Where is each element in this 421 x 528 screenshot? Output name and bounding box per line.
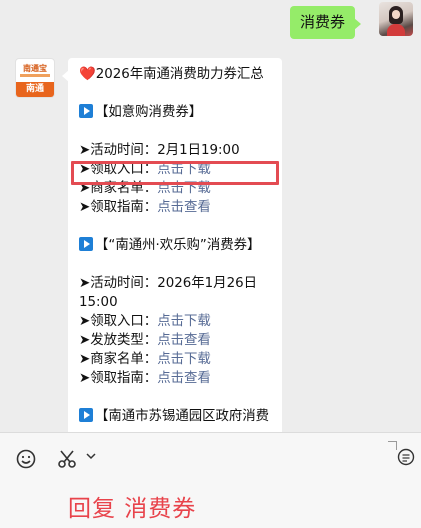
input-bar: 回复 消费券	[0, 432, 421, 528]
reply-hint-text: 回复 消费券	[68, 496, 197, 522]
section2-activity-time-cont: 15:00	[79, 295, 118, 310]
play-icon	[79, 408, 93, 422]
guide-label: ➤领取指南：	[79, 371, 158, 386]
corner-mark	[388, 441, 397, 450]
section2-heading: 【“南通州·欢乐购”消费券】	[95, 238, 261, 253]
section2-merchants: ➤商家名单：点击下载	[79, 350, 272, 369]
scissors-icon[interactable]	[56, 448, 78, 470]
bot-avatar[interactable]: 南通宝 南通	[15, 58, 55, 98]
guide-view-link[interactable]: 点击查看	[157, 371, 211, 386]
user-message-row: 消费券	[0, 0, 421, 50]
section2-entry: ➤领取入口：点击下载	[79, 312, 272, 331]
message-title-line: ❤️2026年南通消费助力券汇总	[79, 65, 272, 84]
type-view-link[interactable]: 点击查看	[157, 333, 211, 348]
avatar-dress	[387, 24, 405, 36]
guide-label: ➤领取指南：	[79, 200, 158, 215]
bot-message-bubble: ❤️2026年南通消费助力券汇总 【如意购消费券】 ➤活动时间：2月1日19:0…	[62, 58, 282, 432]
merchants-label: ➤商家名单：	[79, 352, 158, 367]
entry-download-link[interactable]: 点击下载	[157, 314, 211, 329]
section2-activity-time: ➤活动时间：2026年1月26日	[79, 274, 272, 293]
section1-heading: 【如意购消费券】	[95, 105, 203, 120]
entry-label: ➤领取入口：	[79, 314, 158, 329]
play-icon	[79, 104, 93, 118]
section3-heading-line: 【南通市苏锡通园区政府消费	[79, 407, 272, 426]
message-title: 2026年南通消费助力券汇总	[95, 67, 264, 82]
section1-heading-line: 【如意购消费券】	[79, 103, 272, 122]
bot-logo-stripe	[20, 74, 50, 77]
section1-guide: ➤领取指南：点击查看	[79, 198, 272, 217]
play-icon	[79, 237, 93, 251]
emoji-icon[interactable]	[16, 449, 36, 469]
bot-logo-badge: 南通	[16, 82, 54, 97]
section2-type: ➤发放类型：点击查看	[79, 331, 272, 350]
section3-heading: 【南通市苏锡通园区政府消费	[95, 409, 270, 424]
user-avatar[interactable]	[379, 2, 413, 36]
activity-time-label: ➤活动时间：	[79, 143, 158, 158]
chevron-down-icon[interactable]	[86, 451, 96, 461]
activity-time-value: 2026年1月26日	[157, 276, 257, 291]
activity-time-label: ➤活动时间：	[79, 276, 158, 291]
highlight-box	[71, 161, 279, 185]
activity-time-value: 2月1日19:00	[157, 143, 240, 158]
bot-logo-text: 南通宝	[23, 64, 47, 73]
user-message-bubble[interactable]: 消费券	[289, 6, 362, 39]
section1-activity-time: ➤活动时间：2月1日19:00	[79, 141, 272, 160]
chat-history-icon[interactable]	[397, 448, 415, 470]
chat-area: 消费券 南通宝 南通 ❤️2026年南通消费助力券汇总 【如意购消费券】 ➤活动…	[0, 0, 421, 432]
avatar-face	[392, 10, 400, 19]
type-label: ➤发放类型：	[79, 333, 158, 348]
section2-heading-line: 【“南通州·欢乐购”消费券】	[79, 236, 272, 255]
guide-view-link[interactable]: 点击查看	[157, 200, 211, 215]
merchants-download-link[interactable]: 点击下载	[157, 352, 211, 367]
heart-icon: ❤️	[79, 67, 96, 82]
section2-guide: ➤领取指南：点击查看	[79, 369, 272, 388]
